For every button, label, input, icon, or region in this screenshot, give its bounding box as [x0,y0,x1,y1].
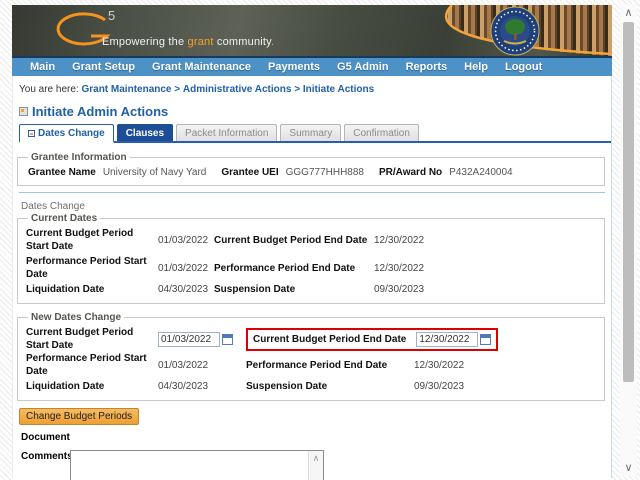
date-row: Current Budget Period Start Date 01/03/2… [26,227,598,253]
breadcrumb-link-grant-maintenance[interactable]: Grant Maintenance [81,84,171,95]
current-dates-fieldset: Current Dates Current Budget Period Star… [17,213,605,304]
grantee-info-row: Grantee Name University of Navy Yard Gra… [26,164,598,180]
field-value: 12/30/2022 [374,234,425,246]
scroll-up-icon[interactable] [620,6,637,19]
field-value: 12/30/2022 [374,262,425,274]
g5-logo-five: 5 [108,8,116,23]
title-row: Initiate Admin Actions [19,104,611,119]
grantee-uei-label: Grantee UEI [221,167,279,178]
tagline-post: community [213,36,272,48]
current-budget-start-date-input[interactable] [158,331,220,347]
field-label: Current Budget Period End Date [253,333,407,345]
tab-packet-information[interactable]: Packet Information [176,124,278,141]
tagline: Empowering the grant community. [102,36,274,48]
new-dates-change-fieldset: New Dates Change Current Budget Period S… [17,312,605,401]
page-title: Initiate Admin Actions [32,104,169,119]
field-label: Suspension Date [246,381,328,392]
grantee-information-fieldset: Grantee Information Grantee Name Univers… [17,152,605,186]
scroll-up-icon[interactable] [309,453,323,464]
date-input-row: Current Budget Period Start Date Current… [26,326,598,351]
field-label: Liquidation Date [26,284,105,295]
field-value: 01/03/2022 [158,262,209,274]
current-dates-legend: Current Dates [31,213,98,224]
breadcrumb-link-initiate-actions[interactable]: Initiate Actions [303,84,374,95]
field-label: Performance Period End Date [246,359,388,371]
field-label: Current Budget Period Start Date [26,228,134,252]
tab-dates-change[interactable]: Dates Change [19,124,114,143]
nav-item-g5-admin[interactable]: G5 Admin [337,61,389,73]
scroll-down-icon[interactable] [620,461,637,474]
document-label: Document [21,432,70,443]
header-banner: 5 Empowering the grant community. [12,5,612,56]
field-value: 09/30/2023 [414,381,465,392]
section-divider [19,192,605,193]
field-value: 01/03/2022 [158,234,209,246]
grantee-name-label: Grantee Name [28,167,96,178]
calendar-icon[interactable] [480,333,492,345]
nav-item-payments[interactable]: Payments [268,61,320,73]
nav-item-reports[interactable]: Reports [406,61,448,73]
pr-award-no-label: PR/Award No [379,167,443,178]
dates-change-section-label: Dates Change [21,201,85,212]
field-value: 04/30/2023 [158,284,209,295]
tagline-pre: Empowering the [102,36,188,48]
form-icon [19,107,28,116]
nav-item-logout[interactable]: Logout [505,61,542,73]
breadcrumb: You are here: Grant Maintenance > Admini… [13,76,611,95]
date-row: Performance Period Start Date 01/03/2022… [26,352,598,378]
tab-icon [28,130,35,137]
grantee-name-value: University of Navy Yard [102,167,207,178]
nav-item-help[interactable]: Help [464,61,488,73]
field-label: Liquidation Date [26,381,105,392]
textarea-scrollbar[interactable] [308,451,323,480]
new-dates-change-legend: New Dates Change [31,312,122,323]
field-label: Performance Period End Date [214,262,356,274]
tab-clauses[interactable]: Clauses [116,124,174,141]
app-window: 5 Empowering the grant community. Main G… [12,5,612,480]
field-value: 04/30/2023 [158,381,209,392]
banner-bookshelf-image [397,5,612,56]
calendar-icon[interactable] [222,333,233,345]
tagline-highlight: grant [187,36,214,48]
date-row: Performance Period Start Date 01/03/2022… [26,255,598,281]
grantee-information-legend: Grantee Information [31,152,127,163]
comments-input[interactable] [70,450,324,480]
field-label: Performance Period Start Date [26,353,147,377]
pr-award-no-value: P432A240004 [449,167,513,178]
field-label: Performance Period Start Date [26,256,147,280]
date-row: Liquidation Date 04/30/2023 Suspension D… [26,283,598,296]
breadcrumb-prefix: You are here: [19,84,79,95]
comments-row: Comments [21,450,611,480]
field-value: 01/03/2022 [158,359,209,371]
current-budget-end-date-input[interactable] [416,331,479,347]
nav-item-grant-maintenance[interactable]: Grant Maintenance [152,61,251,73]
field-label: Current Budget Period Start Date [26,327,134,351]
tab-bar: Dates Change Clauses Packet Information … [19,124,611,143]
breadcrumb-separator: > [174,84,181,95]
department-of-education-seal-icon [490,6,540,56]
field-label: Suspension Date [214,284,296,295]
date-row: Liquidation Date 04/30/2023 Suspension D… [26,380,598,393]
field-value: 12/30/2022 [414,359,465,371]
page-scrollbar[interactable] [620,4,637,476]
change-budget-periods-button[interactable]: Change Budget Periods [19,408,140,425]
breadcrumb-separator: > [294,84,301,95]
comments-label: Comments [21,451,73,462]
field-label: Current Budget Period End Date [214,234,368,246]
nav-item-main[interactable]: Main [30,61,55,73]
tab-summary[interactable]: Summary [280,124,342,141]
field-value: 09/30/2023 [374,284,425,295]
grantee-uei-value: GGG777HHH888 [285,167,364,178]
highlight-box: Current Budget Period End Date [246,327,499,351]
page-content: You are here: Grant Maintenance > Admini… [12,76,612,480]
tab-label: Dates Change [38,128,105,139]
scrollbar-thumb[interactable] [623,22,634,382]
nav-item-grant-setup[interactable]: Grant Setup [72,61,135,73]
main-navbar: Main Grant Setup Grant Maintenance Payme… [12,56,612,76]
tagline-dot: . [271,36,275,48]
breadcrumb-link-administrative-actions[interactable]: Administrative Actions [183,84,292,95]
tab-confirmation[interactable]: Confirmation [344,124,419,141]
